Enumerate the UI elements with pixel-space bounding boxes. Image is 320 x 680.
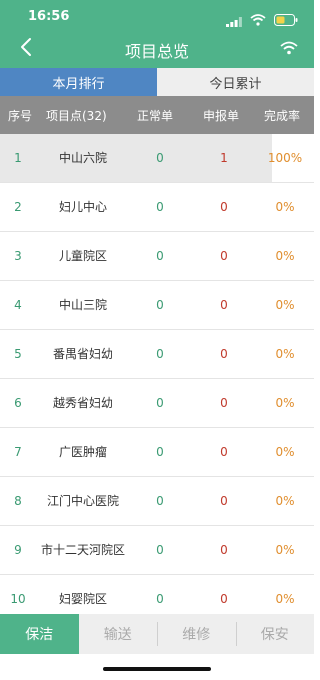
tab-transport[interactable]: 输送 [79,614,158,654]
normal-count: 0 [156,494,164,508]
status-bar: 16:56 [0,0,314,30]
tab-security[interactable]: 保安 [235,614,315,654]
normal-count: 0 [156,298,164,312]
normal-count: 0 [156,396,164,410]
header-no: 序号 [8,109,33,123]
tab-cleaning[interactable]: 保洁 [0,614,79,654]
normal-count: 0 [156,347,164,361]
completion-rate: 100% [267,151,303,165]
bottom-tab-bar: 保洁 输送 维修 保安 [0,614,314,654]
report-count: 0 [220,347,228,361]
project-name: 越秀省妇幼 [52,395,113,410]
table-row[interactable]: 4 中山三院 0 0 0% [0,281,314,330]
ranking-table: 1 中山六院 0 1 100% 2 妇儿中心 0 0 0% 3 儿童院区 0 0… [0,134,314,624]
report-count: 0 [220,249,228,263]
normal-count: 0 [156,200,164,214]
table-row[interactable]: 6 越秀省妇幼 0 0 0% [0,379,314,428]
report-count: 0 [220,494,228,508]
project-name: 番禺省妇幼 [52,346,113,361]
completion-rate: 0% [275,347,295,361]
home-indicator [103,667,211,671]
project-name: 广医肿瘤 [58,444,107,459]
project-name: 妇儿中心 [58,199,107,214]
completion-rate: 0% [275,396,295,410]
header-project: 项目点(32) [46,109,107,123]
segment-tabs: 本月排行 今日累计 [0,68,314,96]
completion-rate: 0% [275,298,295,312]
report-count: 1 [220,151,228,165]
completion-rate: 0% [275,543,295,557]
table-row[interactable]: 3 儿童院区 0 0 0% [0,232,314,281]
normal-count: 0 [156,151,164,165]
header-rate: 完成率 [264,109,301,123]
status-time: 16:56 [28,9,70,24]
row-number: 8 [14,494,22,508]
table-row[interactable]: 9 市十二天河院区 0 0 0% [0,526,314,575]
row-number: 7 [14,445,22,459]
table-row[interactable]: 1 中山六院 0 1 100% [0,134,314,183]
nav-bar: 项目总览 [0,30,314,68]
table-row[interactable]: 2 妇儿中心 0 0 0% [0,183,314,232]
project-name: 儿童院区 [58,248,107,263]
row-number: 4 [14,298,22,312]
project-name: 中山六院 [58,150,107,165]
table-row[interactable]: 8 江门中心医院 0 0 0% [0,477,314,526]
row-number: 2 [14,200,22,214]
completion-rate: 0% [275,249,295,263]
wifi-icon[interactable] [280,40,298,59]
completion-rate: 0% [275,200,295,214]
table-header: 序号 项目点(32) 正常单 申报单 完成率 [0,96,314,134]
battery-icon [274,11,298,30]
normal-count: 0 [156,445,164,459]
tab-today[interactable]: 今日累计 [157,68,314,96]
app-header: 16:56 项目总览 [0,0,314,68]
page-title: 项目总览 [124,42,189,61]
project-name: 中山三院 [58,297,107,312]
report-count: 0 [220,543,228,557]
table-row[interactable]: 7 广医肿瘤 0 0 0% [0,428,314,477]
wifi-status-icon [250,11,266,30]
row-number: 9 [14,543,22,557]
tab-this-month[interactable]: 本月排行 [0,68,157,96]
signal-icon [226,12,242,31]
row-number: 6 [14,396,22,410]
report-count: 0 [220,396,228,410]
project-name: 市十二天河院区 [40,542,125,557]
project-name: 江门中心医院 [46,493,119,508]
row-number: 3 [14,249,22,263]
normal-count: 0 [156,543,164,557]
row-number: 5 [14,347,22,361]
table-row[interactable]: 5 番禺省妇幼 0 0 0% [0,330,314,379]
report-count: 0 [220,445,228,459]
normal-count: 0 [156,249,164,263]
row-number: 1 [14,151,22,165]
tab-maintenance[interactable]: 维修 [157,614,236,654]
report-count: 0 [220,298,228,312]
header-report: 申报单 [203,109,240,123]
header-normal: 正常单 [137,109,174,123]
completion-rate: 0% [275,494,295,508]
completion-rate: 0% [275,445,295,459]
report-count: 0 [220,200,228,214]
